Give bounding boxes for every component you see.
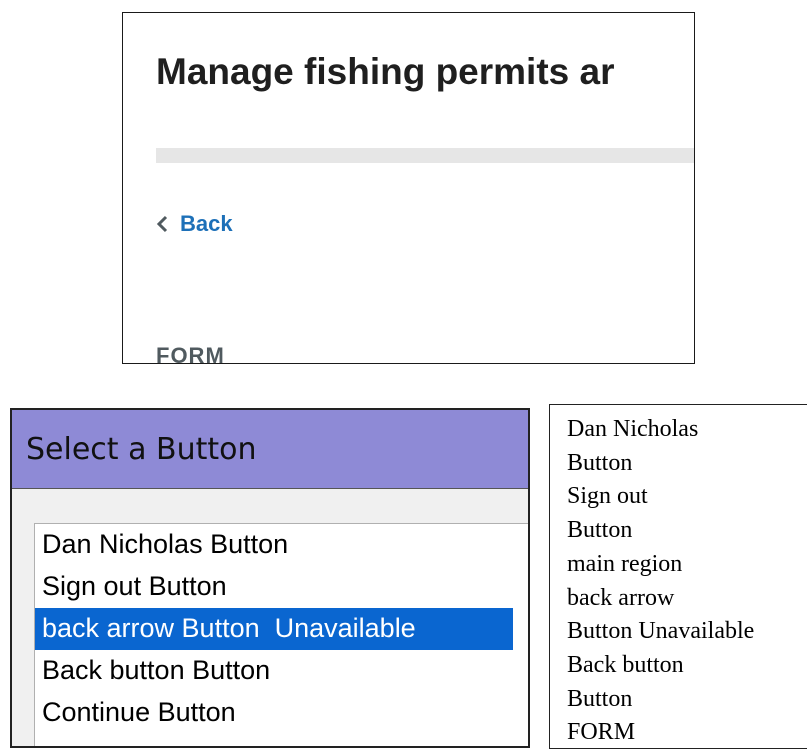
web-page-crop: Manage fishing permits ar Back FORM bbox=[122, 12, 695, 364]
back-link[interactable]: Back bbox=[156, 211, 233, 237]
text-line: Button bbox=[567, 517, 633, 544]
button-list[interactable]: Dan Nicholas Button Sign out Button back… bbox=[34, 523, 528, 746]
list-item[interactable]: Continue Button bbox=[35, 692, 513, 734]
list-item-selected[interactable]: back arrow Button Unavailable bbox=[35, 608, 513, 650]
list-item[interactable]: Dan Nicholas Button bbox=[35, 524, 513, 566]
list-item[interactable]: Back button Button bbox=[35, 650, 513, 692]
dialog-title: Select a Button bbox=[12, 410, 528, 489]
text-line: Button Unavailable bbox=[567, 618, 755, 645]
text-line: Dan Nicholas bbox=[567, 416, 699, 442]
text-line: back arrow bbox=[567, 584, 675, 611]
text-line: Sign out bbox=[567, 483, 648, 510]
text-line: Button bbox=[567, 449, 633, 476]
text-line: Button bbox=[567, 685, 633, 712]
text-line: Back button bbox=[567, 651, 684, 678]
text-line: FORM bbox=[567, 719, 636, 746]
back-link-label: Back bbox=[180, 211, 233, 236]
chevron-left-icon bbox=[156, 215, 168, 233]
select-button-dialog: Select a Button Dan Nicholas Button Sign… bbox=[10, 408, 530, 748]
list-item[interactable]: Sign out Button bbox=[35, 566, 513, 608]
progress-bar bbox=[156, 148, 694, 163]
text-line: main region bbox=[567, 550, 683, 577]
linear-text-panel: Dan Nicholas Button Sign out Button main… bbox=[549, 404, 807, 749]
form-heading: FORM bbox=[156, 343, 225, 364]
page-title: Manage fishing permits ar bbox=[156, 51, 615, 92]
